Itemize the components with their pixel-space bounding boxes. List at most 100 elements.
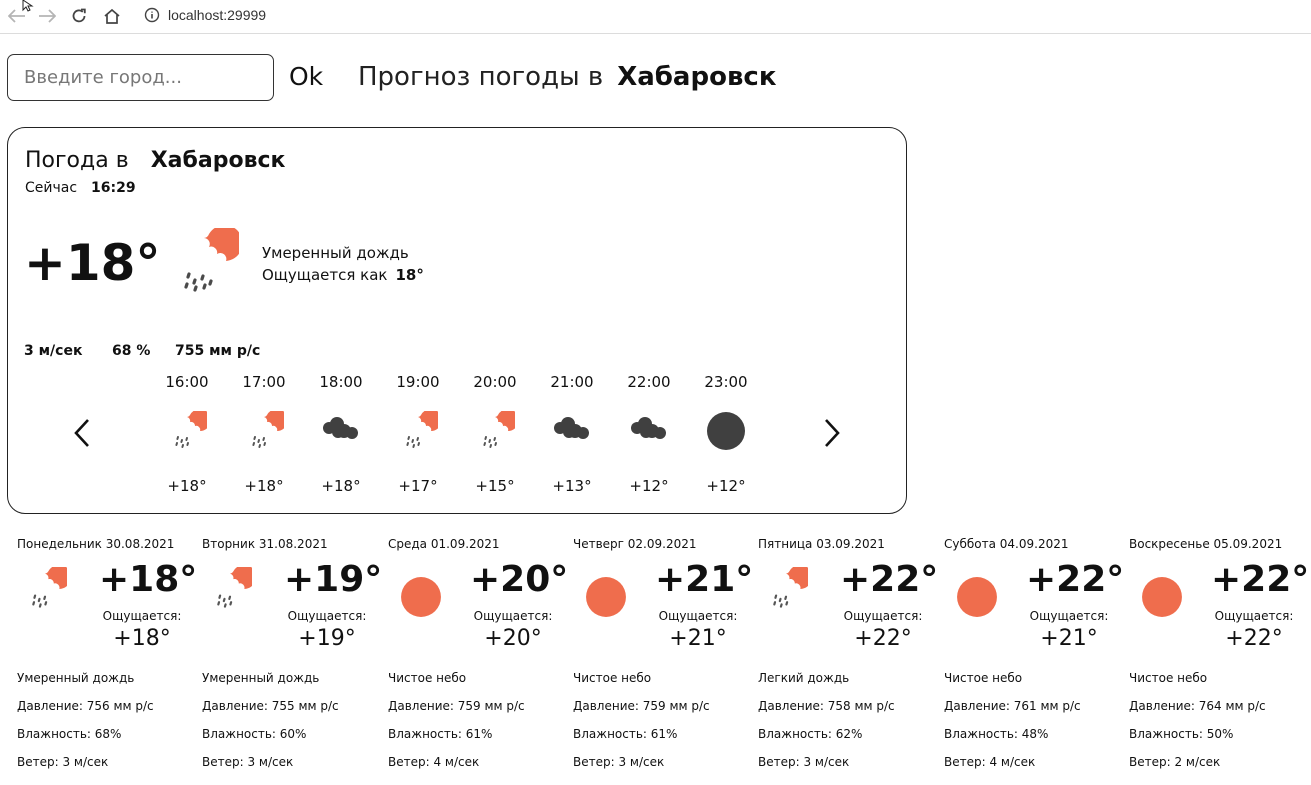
page-title-prefix: Прогноз погоды в [358, 62, 604, 92]
feels-value: 18° [395, 266, 424, 284]
day-feels-value: +21° [1040, 626, 1098, 651]
day-temp: +21° [655, 559, 754, 600]
home-button[interactable] [101, 6, 123, 26]
day-humidity: Влажность: 68% [17, 727, 122, 741]
day-forecast: Суббота 04.09.2021 +22° Ощущается: +21° … [934, 537, 1124, 777]
card-title-city: Хабаровск [150, 148, 286, 173]
day-forecast: Воскресенье 05.09.2021 +22° Ощущается: +… [1119, 537, 1309, 777]
day-forecast: Пятница 03.09.2021 +22° Ощущается: +22° … [748, 537, 938, 777]
feels-label: Ощущается как [262, 266, 388, 284]
current-wind: 3 м/сек [24, 343, 83, 359]
card-title: Погода в Хабаровск [25, 148, 285, 173]
day-humidity: Влажность: 61% [573, 727, 678, 741]
day-feels-value: +22° [1225, 626, 1283, 651]
current-humidity: 68 % [112, 343, 151, 359]
hourly-temp: +18° [167, 477, 207, 495]
day-wind: Ветер: 4 м/сек [388, 755, 480, 769]
day-name: Среда 01.09.2021 [388, 537, 500, 551]
current-time-line: Сейчас 16:29 [25, 180, 136, 196]
day-pressure: Давление: 759 мм р/с [388, 699, 525, 713]
day-humidity: Влажность: 60% [202, 727, 307, 741]
moon-icon [706, 411, 746, 455]
rain-icon [167, 409, 211, 455]
chevron-right-icon [825, 419, 840, 447]
day-feels-value: +18° [113, 626, 171, 651]
address-bar[interactable]: localhost:29999 [168, 7, 266, 23]
day-feels-label: Ощущается: [473, 609, 553, 623]
mouse-cursor-icon [22, 0, 34, 12]
hourly-time: 21:00 [550, 373, 594, 391]
day-feels-label: Ощущается: [102, 609, 182, 623]
current-feels-like: Ощущается как 18° [262, 266, 424, 284]
current-pressure: 755 мм р/с [175, 343, 261, 359]
info-icon[interactable] [144, 7, 160, 23]
hourly-next-button[interactable] [818, 418, 846, 450]
day-name: Пятница 03.09.2021 [758, 537, 885, 551]
day-name: Суббота 04.09.2021 [944, 537, 1069, 551]
day-feels-label: Ощущается: [843, 609, 923, 623]
rain-icon [764, 564, 813, 615]
day-condition: Чистое небо [944, 671, 1023, 685]
sun-icon [400, 576, 442, 622]
sun-icon [1141, 576, 1183, 622]
hourly-time: 16:00 [165, 373, 209, 391]
day-name: Четверг 02.09.2021 [573, 537, 697, 551]
day-humidity: Влажность: 48% [944, 727, 1049, 741]
day-humidity: Влажность: 62% [758, 727, 863, 741]
hourly-temp: +12° [629, 477, 669, 495]
hourly-temp: +18° [244, 477, 284, 495]
rain-icon [475, 409, 519, 455]
day-condition: Чистое небо [573, 671, 652, 685]
chevron-left-icon [74, 419, 89, 447]
hourly-temp: +15° [475, 477, 515, 495]
current-temperature: +18° [24, 234, 161, 292]
day-forecast: Вторник 31.08.2021 +19° Ощущается: +19° … [192, 537, 382, 777]
day-wind: Ветер: 3 м/сек [202, 755, 294, 769]
day-condition: Чистое небо [388, 671, 467, 685]
day-temp: +18° [99, 559, 198, 600]
sun-icon [956, 576, 998, 622]
page-title-city: Хабаровск [617, 62, 777, 92]
forward-button[interactable] [36, 6, 58, 26]
day-wind: Ветер: 2 м/сек [1129, 755, 1221, 769]
day-pressure: Давление: 758 мм р/с [758, 699, 895, 713]
cloud-icon [629, 411, 669, 455]
hourly-time: 22:00 [627, 373, 671, 391]
hourly-time: 17:00 [242, 373, 286, 391]
day-name: Воскресенье 05.09.2021 [1129, 537, 1283, 551]
now-label: Сейчас [25, 180, 78, 196]
rain-icon [398, 409, 442, 455]
day-temp: +22° [1026, 559, 1125, 600]
day-humidity: Влажность: 61% [388, 727, 493, 741]
cloud-icon [321, 411, 361, 455]
day-feels-label: Ощущается: [658, 609, 738, 623]
day-name: Понедельник 30.08.2021 [17, 537, 175, 551]
ok-button[interactable]: Ok [289, 62, 323, 91]
day-feels-value: +22° [854, 626, 912, 651]
reload-button[interactable] [68, 6, 90, 26]
day-feels-value: +20° [484, 626, 542, 651]
hourly-temp: +18° [321, 477, 361, 495]
hourly-time: 23:00 [704, 373, 748, 391]
day-pressure: Давление: 761 мм р/с [944, 699, 1081, 713]
day-wind: Ветер: 3 м/сек [573, 755, 665, 769]
day-feels-label: Ощущается: [1214, 609, 1294, 623]
cloud-icon [552, 411, 592, 455]
day-temp: +22° [1211, 559, 1310, 600]
city-search-input[interactable] [7, 54, 274, 101]
day-wind: Ветер: 3 м/сек [17, 755, 109, 769]
hourly-temp: +12° [706, 477, 746, 495]
day-temp: +20° [470, 559, 569, 600]
day-condition: Умеренный дождь [17, 671, 135, 685]
day-pressure: Давление: 756 мм р/с [17, 699, 154, 713]
day-forecast: Четверг 02.09.2021 +21° Ощущается: +21° … [563, 537, 753, 777]
hourly-prev-button[interactable] [68, 418, 96, 450]
day-wind: Ветер: 3 м/сек [758, 755, 850, 769]
browser-toolbar: localhost:29999 [0, 0, 1311, 34]
hourly-time: 20:00 [473, 373, 517, 391]
day-wind: Ветер: 4 м/сек [944, 755, 1036, 769]
reload-icon [72, 8, 86, 23]
current-weather-card: Погода в Хабаровск Сейчас 16:29 +18° Умере… [7, 127, 907, 514]
day-condition: Умеренный дождь [202, 671, 320, 685]
hourly-time: 18:00 [319, 373, 363, 391]
